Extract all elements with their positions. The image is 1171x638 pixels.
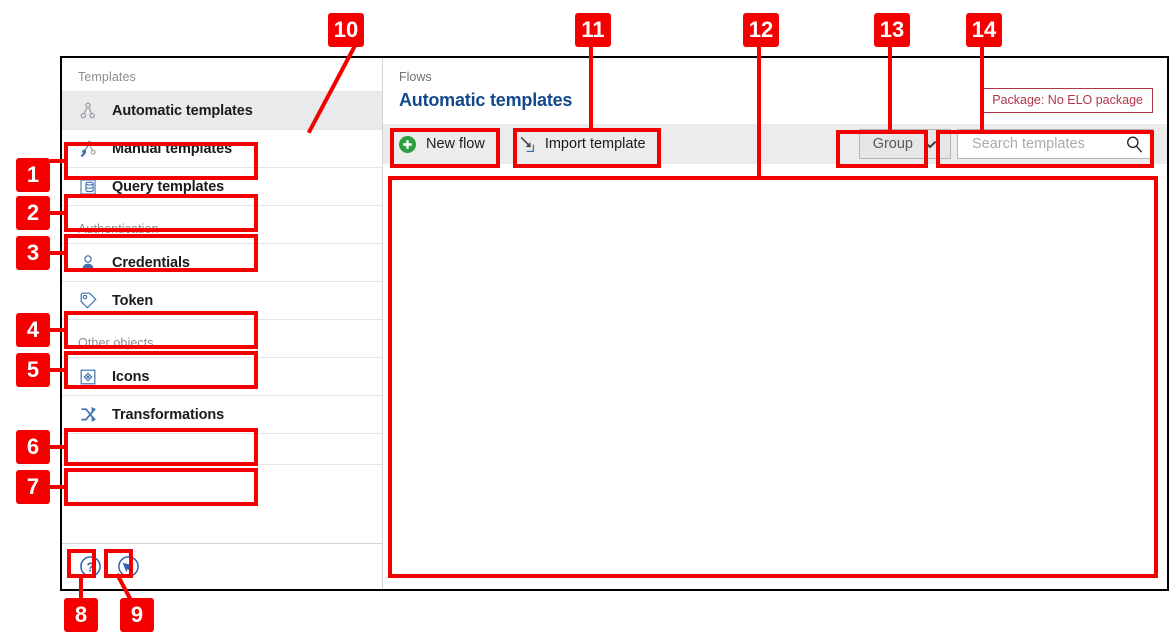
sidebar-scroll-region: Templates Automatic templates Manual tem… xyxy=(62,58,382,543)
annotation-badge-6: 6 xyxy=(16,430,50,464)
sidebar-section-header-templates: Templates xyxy=(62,58,382,92)
sidebar-item-transformations[interactable]: Transformations xyxy=(62,396,382,434)
sidebar: Templates Automatic templates Manual tem… xyxy=(62,58,383,589)
import-template-label: Import template xyxy=(544,136,646,152)
sidebar-item-label: Token xyxy=(112,292,154,309)
sidebar-item-label: Icons xyxy=(112,368,150,385)
annotation-badge-14: 14 xyxy=(966,13,1002,47)
sidebar-item-label: Manual templates xyxy=(112,140,233,157)
import-template-button[interactable]: Import template xyxy=(501,124,662,164)
search-icon[interactable] xyxy=(1125,135,1144,154)
help-circle-icon[interactable]: ? xyxy=(78,555,102,579)
annotation-badge-2: 2 xyxy=(16,196,50,230)
sidebar-item-credentials[interactable]: Credentials xyxy=(62,244,382,282)
sidebar-footer: ? xyxy=(62,543,382,589)
sidebar-item-label: Credentials xyxy=(112,254,190,271)
shuffle-arrows-icon xyxy=(76,404,100,426)
tag-icon xyxy=(76,290,100,312)
annotation-badge-10: 10 xyxy=(328,13,364,47)
breadcrumb[interactable]: Flows xyxy=(399,70,1151,84)
content-area[interactable] xyxy=(393,168,1157,579)
flow-tree-icon xyxy=(76,100,100,122)
main-header: Flows Automatic templates Package: No EL… xyxy=(383,58,1167,124)
package-status-badge[interactable]: Package: No ELO package xyxy=(982,88,1153,113)
annotation-badge-4: 4 xyxy=(16,313,50,347)
annotation-badge-8: 8 xyxy=(64,598,98,632)
annotation-badge-7: 7 xyxy=(16,470,50,504)
group-button[interactable]: Group xyxy=(858,129,951,159)
sidebar-item-icons[interactable]: Icons xyxy=(62,358,382,396)
manual-flow-tree-icon xyxy=(76,138,100,160)
annotation-badge-11: 11 xyxy=(575,13,611,47)
import-arrow-icon xyxy=(517,135,535,153)
sidebar-item-query-templates[interactable]: Query templates xyxy=(62,168,382,206)
database-query-icon xyxy=(76,176,100,198)
sidebar-section-header-other-objects: Other objects xyxy=(62,320,382,358)
user-icon xyxy=(76,252,100,274)
plus-circle-icon xyxy=(399,135,416,153)
sidebar-item-label: Transformations xyxy=(112,406,225,423)
svg-text:?: ? xyxy=(86,559,94,574)
annotation-badge-9: 9 xyxy=(120,598,154,632)
sidebar-item-label: Automatic templates xyxy=(112,102,253,119)
application-window: Templates Automatic templates Manual tem… xyxy=(60,56,1169,591)
new-flow-label: New flow xyxy=(426,136,485,152)
new-flow-button[interactable]: New flow xyxy=(383,124,501,164)
sidebar-item-token[interactable]: Token xyxy=(62,282,382,320)
search-box[interactable] xyxy=(957,129,1153,159)
search-input[interactable] xyxy=(970,135,1125,153)
annotation-badge-5: 5 xyxy=(16,353,50,387)
sidebar-section-header-authentication: Authentication xyxy=(62,206,382,244)
chevron-down-icon xyxy=(923,140,937,149)
sidebar-item-automatic-templates[interactable]: Automatic templates xyxy=(62,92,382,130)
sidebar-item-label: Query templates xyxy=(112,178,225,195)
feedback-pointer-icon[interactable] xyxy=(116,555,140,579)
group-label: Group xyxy=(872,136,913,152)
annotation-badge-3: 3 xyxy=(16,236,50,270)
annotation-badge-1: 1 xyxy=(16,158,50,192)
sidebar-empty-row xyxy=(62,434,382,465)
main-panel: Flows Automatic templates Package: No EL… xyxy=(383,58,1167,589)
annotation-badge-12: 12 xyxy=(743,13,779,47)
annotation-badge-13: 13 xyxy=(874,13,910,47)
toolbar: New flow Import template Group xyxy=(383,124,1167,164)
sidebar-item-manual-templates[interactable]: Manual templates xyxy=(62,130,382,168)
image-diamond-icon xyxy=(76,366,100,388)
